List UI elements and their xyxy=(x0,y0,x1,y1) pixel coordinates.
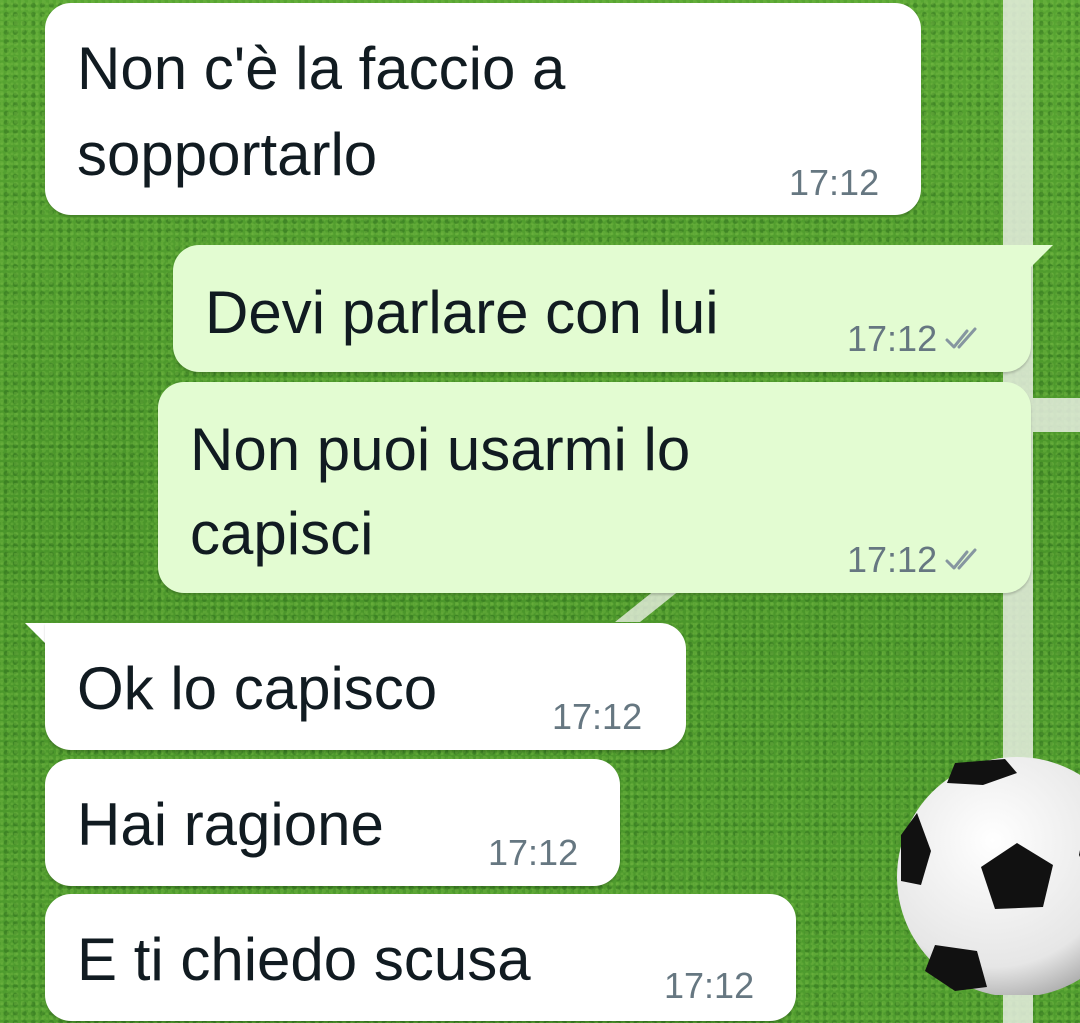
message-timestamp: 17:12 xyxy=(847,318,938,359)
message-text-line: E ti chiedo scusa xyxy=(77,926,531,993)
soccer-ball-icon xyxy=(897,757,1080,995)
message-text-line: Hai ragione xyxy=(77,791,384,858)
message-timestamp: 17:12 xyxy=(488,832,579,873)
outgoing-bubble-tail xyxy=(1029,245,1053,269)
outgoing-message[interactable]: Non puoi usarmi lo capisci 17:12 xyxy=(158,382,1031,593)
message-text-line: Ok lo capisco xyxy=(77,655,438,722)
read-checkmarks-icon xyxy=(945,548,985,572)
message-text-line: capisci xyxy=(190,500,374,567)
message-timestamp: 17:12 xyxy=(847,539,938,580)
message-text-line: Non c'è la faccio a xyxy=(77,35,566,102)
outgoing-message[interactable]: Devi parlare con lui 17:12 xyxy=(173,245,1031,372)
read-checkmarks-icon xyxy=(945,327,985,351)
message-timestamp: 17:12 xyxy=(789,162,880,203)
incoming-message[interactable]: Ok lo capisco 17:12 xyxy=(45,623,686,750)
message-timestamp: 17:12 xyxy=(664,965,755,1006)
message-text-line: Devi parlare con lui xyxy=(205,279,719,346)
message-text-line: sopportarlo xyxy=(77,121,378,188)
incoming-message[interactable]: Non c'è la faccio a sopportarlo 17:12 xyxy=(45,3,921,215)
incoming-message[interactable]: E ti chiedo scusa 17:12 xyxy=(45,894,796,1021)
message-text-line: Non puoi usarmi lo xyxy=(190,416,691,483)
incoming-message[interactable]: Hai ragione 17:12 xyxy=(45,759,620,886)
message-timestamp: 17:12 xyxy=(552,696,643,737)
